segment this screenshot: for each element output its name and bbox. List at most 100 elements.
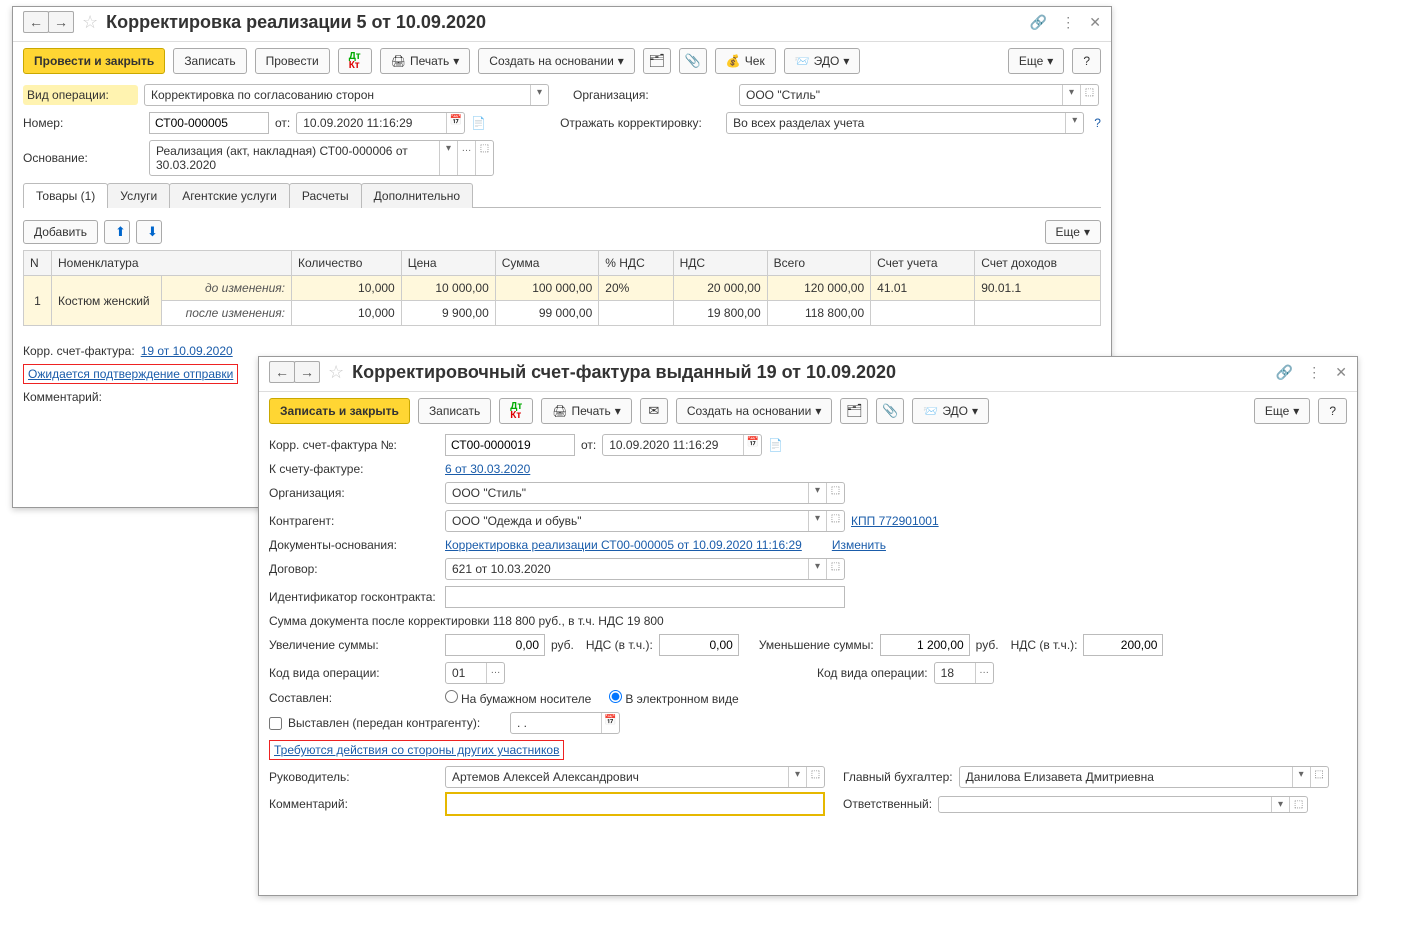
dtcr-button[interactable]: ДтКт [499,398,533,424]
attach-icon[interactable]: 📎 [679,48,707,74]
help-button[interactable]: ? [1072,48,1101,74]
inc-vat-input[interactable] [659,634,739,656]
new-doc-icon[interactable]: 📄 [768,438,783,452]
corr-invoice-link[interactable]: 19 от 10.09.2020 [141,344,233,358]
resp-combo[interactable]: ▾⬚ [938,796,1308,813]
comment-label: Комментарий: [269,797,439,811]
post-close-button[interactable]: Провести и закрыть [23,48,165,74]
docs-link[interactable]: Корректировка реализации СТ00-000005 от … [445,538,802,552]
send-status-link[interactable]: Ожидается подтверждение отправки [28,367,233,381]
print-button[interactable]: 🖨 Печать ▾ [380,48,471,74]
window-title: Корректировочный счет-фактура выданный 1… [352,362,1276,383]
favorite-icon[interactable]: ☆ [82,12,98,33]
new-doc-icon[interactable]: 📄 [471,116,486,130]
related-icon[interactable]: 🗂 [643,48,671,74]
tab-goods[interactable]: Товары (1) [23,183,108,208]
change-link[interactable]: Изменить [832,538,886,552]
post-button[interactable]: Провести [255,48,330,74]
resp-label: Ответственный: [843,797,932,811]
close-icon[interactable]: ✕ [1089,14,1101,31]
tabs: Товары (1) Услуги Агентские услуги Расче… [23,182,1101,208]
contr-combo[interactable]: ООО "Одежда и обувь"▾⬚ [445,510,845,532]
dec-label: Уменьшение суммы: [759,638,874,652]
add-row-button[interactable]: Добавить [23,220,98,244]
sum-text: Сумма документа после корректировки 118 … [269,614,664,628]
table-row[interactable]: после изменения: 10,000 9 900,00 99 000,… [24,301,1101,326]
tab-agent-services[interactable]: Агентские услуги [169,183,290,208]
dec-input[interactable] [880,634,970,656]
contract-combo[interactable]: 621 от 10.03.2020▾⬚ [445,558,845,580]
toolbar: Записать и закрыть Записать ДтКт 🖨 Печат… [259,392,1357,430]
favorite-icon[interactable]: ☆ [328,362,344,383]
comment-input[interactable] [445,792,825,816]
number-input[interactable] [149,112,269,134]
link-icon[interactable]: 🔗 [1276,364,1293,381]
dec-vat-input[interactable] [1083,634,1163,656]
to-invoice-label: К счету-фактуре: [269,462,439,476]
related-icon[interactable]: 🗂 [840,398,868,424]
issued-checkbox[interactable]: Выставлен (передан контрагенту): [269,716,504,730]
close-icon[interactable]: ✕ [1335,364,1347,381]
more-icon[interactable]: ⋮ [1061,14,1075,31]
help-icon[interactable]: ? [1094,116,1101,130]
create-based-button[interactable]: Создать на основании ▾ [676,398,833,424]
reflect-label: Отражать корректировку: [560,116,720,130]
opcode2-combo[interactable]: 18… [934,662,994,684]
forward-button[interactable]: → [48,11,74,33]
comment-label: Комментарий: [23,390,143,404]
more-icon[interactable]: ⋮ [1307,364,1321,381]
num-input[interactable] [445,434,575,456]
org-combo[interactable]: ООО "Стиль"▾⬚ [445,482,845,504]
electronic-radio[interactable]: В электронном виде [609,690,738,706]
opcode1-combo[interactable]: 01… [445,662,505,684]
docs-label: Документы-основания: [269,538,439,552]
table-row[interactable]: 1 Костюм женский до изменения: 10,000 10… [24,276,1101,301]
paper-radio[interactable]: На бумажном носителе [445,690,591,706]
items-table: N Номенклатура Количество Цена Сумма % Н… [23,250,1101,326]
check-button[interactable]: 💰 Чек [715,48,776,74]
status-link[interactable]: Требуются действия со стороны других уча… [274,743,559,757]
goscontract-label: Идентификатор госконтракта: [269,590,439,604]
goscontract-input[interactable] [445,586,845,608]
corr-invoice-label: Корр. счет-фактура: [23,344,135,358]
help-button[interactable]: ? [1318,398,1347,424]
attach-icon[interactable]: 📎 [876,398,904,424]
back-button[interactable]: ← [269,361,295,383]
head-combo[interactable]: Артемов Алексей Александрович▾⬚ [445,766,825,788]
save-close-button[interactable]: Записать и закрыть [269,398,410,424]
date-input[interactable]: 10.09.2020 11:16:29📅 [602,434,762,456]
forward-button[interactable]: → [294,361,320,383]
date-input[interactable]: 10.09.2020 11:16:29📅 [296,112,465,134]
issued-date-input[interactable]: . .📅 [510,712,620,734]
save-button[interactable]: Записать [173,48,246,74]
print-button[interactable]: 🖨 Печать ▾ [541,398,632,424]
move-up-button[interactable]: ⬆ [104,220,130,244]
contract-label: Договор: [269,562,439,576]
link-icon[interactable]: 🔗 [1030,14,1047,31]
org-combo[interactable]: ООО "Стиль"▾⬚ [739,84,1099,106]
accountant-combo[interactable]: Данилова Елизавета Дмитриевна▾⬚ [959,766,1329,788]
num-label: Корр. счет-фактура №: [269,438,439,452]
op-type-combo[interactable]: Корректировка по согласованию сторон▾ [144,84,549,106]
kpp-link[interactable]: КПП 772901001 [851,514,939,528]
reflect-combo[interactable]: Во всех разделах учета▾ [726,112,1084,134]
move-down-button[interactable]: ⬇ [136,220,162,244]
back-button[interactable]: ← [23,11,49,33]
edo-button[interactable]: 📨 ЭДО ▾ [784,48,861,74]
titlebar: ← → ☆ Корректировка реализации 5 от 10.0… [13,7,1111,42]
more-button[interactable]: Еще ▾ [1254,398,1310,424]
org-label: Организация: [573,88,733,102]
table-more-button[interactable]: Еще ▾ [1045,220,1101,244]
tab-calc[interactable]: Расчеты [289,183,362,208]
inc-input[interactable] [445,634,545,656]
save-button[interactable]: Записать [418,398,491,424]
tab-additional[interactable]: Дополнительно [361,183,473,208]
mail-icon[interactable]: ✉ [640,398,668,424]
dtcr-button[interactable]: ДтКт [338,48,372,74]
edo-button[interactable]: 📨 ЭДО ▾ [912,398,989,424]
create-based-button[interactable]: Создать на основании ▾ [478,48,635,74]
to-invoice-link[interactable]: 6 от 30.03.2020 [445,462,530,476]
basis-combo[interactable]: Реализация (акт, накладная) СТ00-000006 … [149,140,494,176]
more-button[interactable]: Еще ▾ [1008,48,1064,74]
tab-services[interactable]: Услуги [107,183,170,208]
